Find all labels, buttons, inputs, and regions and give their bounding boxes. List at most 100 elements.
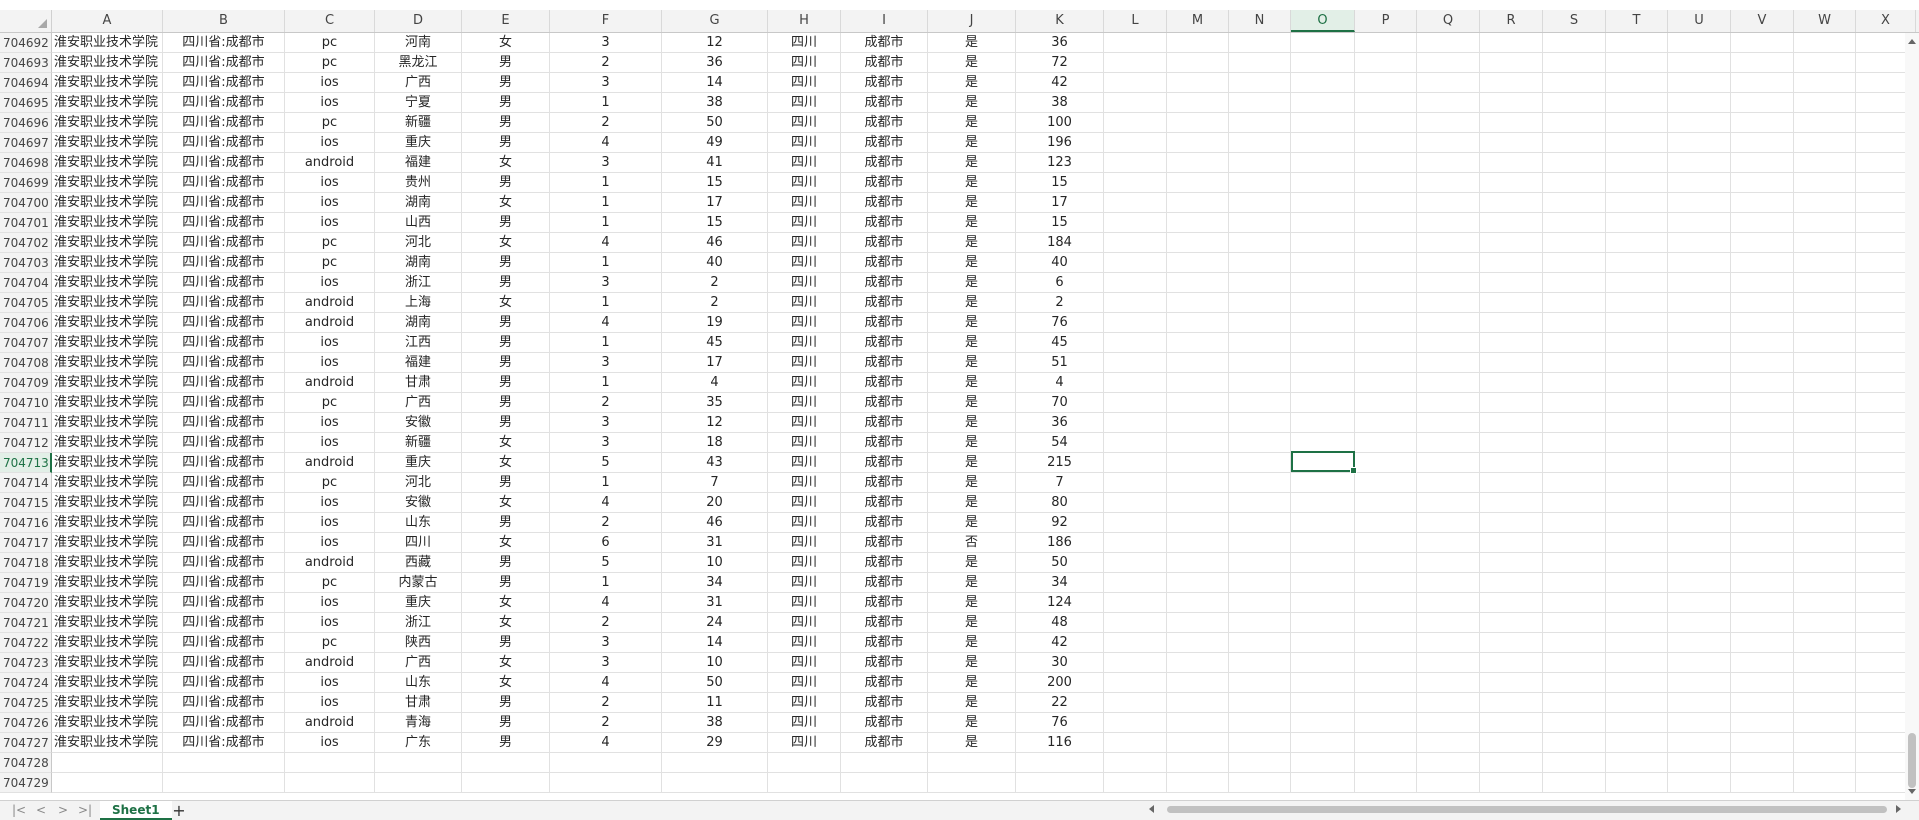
cell-w[interactable] xyxy=(1794,733,1856,753)
cell-t[interactable] xyxy=(1606,493,1668,513)
cell-i[interactable]: 成都市 xyxy=(841,173,928,193)
cell-f[interactable]: 1 xyxy=(550,293,662,313)
cell-j[interactable]: 是 xyxy=(928,173,1016,193)
prev-sheet-icon[interactable]: < xyxy=(36,803,46,818)
cell-g[interactable]: 38 xyxy=(662,713,768,733)
cell-b[interactable] xyxy=(163,773,285,793)
column-header-r[interactable]: R xyxy=(1480,10,1543,32)
cell-c[interactable]: ios xyxy=(285,73,375,93)
cell-p[interactable] xyxy=(1355,713,1417,733)
cell-l[interactable] xyxy=(1104,333,1167,353)
cell-i[interactable]: 成都市 xyxy=(841,273,928,293)
cell-v[interactable] xyxy=(1731,533,1794,553)
cell-i[interactable]: 成都市 xyxy=(841,513,928,533)
cell-p[interactable] xyxy=(1355,573,1417,593)
cell-x[interactable] xyxy=(1856,193,1905,213)
cell-w[interactable] xyxy=(1794,613,1856,633)
cell-x[interactable] xyxy=(1856,253,1905,273)
cell-r[interactable] xyxy=(1480,533,1543,553)
cell-f[interactable]: 2 xyxy=(550,513,662,533)
cell-r[interactable] xyxy=(1480,93,1543,113)
column-header-i[interactable]: I xyxy=(841,10,928,32)
column-header-n[interactable]: N xyxy=(1229,10,1291,32)
cell-x[interactable] xyxy=(1856,173,1905,193)
cell-m[interactable] xyxy=(1167,213,1229,233)
cell-s[interactable] xyxy=(1543,753,1606,773)
cell-a[interactable]: 淮安职业技术学院 xyxy=(52,33,163,53)
cell-s[interactable] xyxy=(1543,333,1606,353)
cell-w[interactable] xyxy=(1794,373,1856,393)
cell-g[interactable]: 49 xyxy=(662,133,768,153)
cell-j[interactable]: 是 xyxy=(928,433,1016,453)
cell-k[interactable]: 4 xyxy=(1016,373,1104,393)
cell-j[interactable]: 是 xyxy=(928,493,1016,513)
cell-o[interactable] xyxy=(1291,253,1355,273)
cell-l[interactable] xyxy=(1104,213,1167,233)
cell-x[interactable] xyxy=(1856,513,1905,533)
cell-c[interactable]: ios xyxy=(285,613,375,633)
cell-q[interactable] xyxy=(1417,753,1480,773)
row-header[interactable]: 704712 xyxy=(0,433,52,453)
cell-d[interactable]: 安徽 xyxy=(375,413,462,433)
cell-c[interactable]: ios xyxy=(285,673,375,693)
cell-v[interactable] xyxy=(1731,673,1794,693)
cell-u[interactable] xyxy=(1668,673,1731,693)
cell-g[interactable]: 50 xyxy=(662,113,768,133)
cell-o[interactable] xyxy=(1291,453,1355,473)
cell-o[interactable] xyxy=(1291,333,1355,353)
cell-d[interactable]: 甘肃 xyxy=(375,373,462,393)
cell-v[interactable] xyxy=(1731,253,1794,273)
cell-p[interactable] xyxy=(1355,593,1417,613)
row-header[interactable]: 704695 xyxy=(0,93,52,113)
cell-b[interactable]: 四川省:成都市 xyxy=(163,713,285,733)
cell-g[interactable]: 24 xyxy=(662,613,768,633)
cell-n[interactable] xyxy=(1229,93,1291,113)
cell-x[interactable] xyxy=(1856,213,1905,233)
cell-l[interactable] xyxy=(1104,373,1167,393)
row-header[interactable]: 704723 xyxy=(0,653,52,673)
cell-h[interactable]: 四川 xyxy=(768,33,841,53)
cell-h[interactable]: 四川 xyxy=(768,693,841,713)
cell-b[interactable]: 四川省:成都市 xyxy=(163,93,285,113)
cell-j[interactable]: 是 xyxy=(928,333,1016,353)
cell-b[interactable]: 四川省:成都市 xyxy=(163,473,285,493)
cell-j[interactable]: 是 xyxy=(928,453,1016,473)
cell-p[interactable] xyxy=(1355,753,1417,773)
cell-o[interactable] xyxy=(1291,393,1355,413)
cell-l[interactable] xyxy=(1104,53,1167,73)
cell-l[interactable] xyxy=(1104,673,1167,693)
cell-a[interactable]: 淮安职业技术学院 xyxy=(52,113,163,133)
cell-q[interactable] xyxy=(1417,93,1480,113)
cell-m[interactable] xyxy=(1167,433,1229,453)
cell-i[interactable]: 成都市 xyxy=(841,293,928,313)
cell-j[interactable]: 否 xyxy=(928,533,1016,553)
cell-a[interactable]: 淮安职业技术学院 xyxy=(52,273,163,293)
cell-v[interactable] xyxy=(1731,693,1794,713)
cell-p[interactable] xyxy=(1355,153,1417,173)
cell-t[interactable] xyxy=(1606,53,1668,73)
cell-p[interactable] xyxy=(1355,493,1417,513)
cell-b[interactable]: 四川省:成都市 xyxy=(163,493,285,513)
cell-j[interactable]: 是 xyxy=(928,293,1016,313)
cell-n[interactable] xyxy=(1229,213,1291,233)
cell-r[interactable] xyxy=(1480,213,1543,233)
row-header[interactable]: 704726 xyxy=(0,713,52,733)
cell-g[interactable]: 38 xyxy=(662,93,768,113)
cell-u[interactable] xyxy=(1668,213,1731,233)
cell-r[interactable] xyxy=(1480,413,1543,433)
cell-f[interactable]: 3 xyxy=(550,353,662,373)
cell-u[interactable] xyxy=(1668,73,1731,93)
cell-t[interactable] xyxy=(1606,613,1668,633)
cell-r[interactable] xyxy=(1480,693,1543,713)
cell-f[interactable]: 3 xyxy=(550,153,662,173)
cell-r[interactable] xyxy=(1480,373,1543,393)
cell-h[interactable]: 四川 xyxy=(768,673,841,693)
cell-o[interactable] xyxy=(1291,633,1355,653)
cell-d[interactable]: 山东 xyxy=(375,513,462,533)
cell-h[interactable]: 四川 xyxy=(768,293,841,313)
cell-e[interactable]: 女 xyxy=(462,433,550,453)
cell-h[interactable] xyxy=(768,753,841,773)
cell-d[interactable]: 山东 xyxy=(375,673,462,693)
cell-a[interactable] xyxy=(52,773,163,793)
cell-n[interactable] xyxy=(1229,453,1291,473)
